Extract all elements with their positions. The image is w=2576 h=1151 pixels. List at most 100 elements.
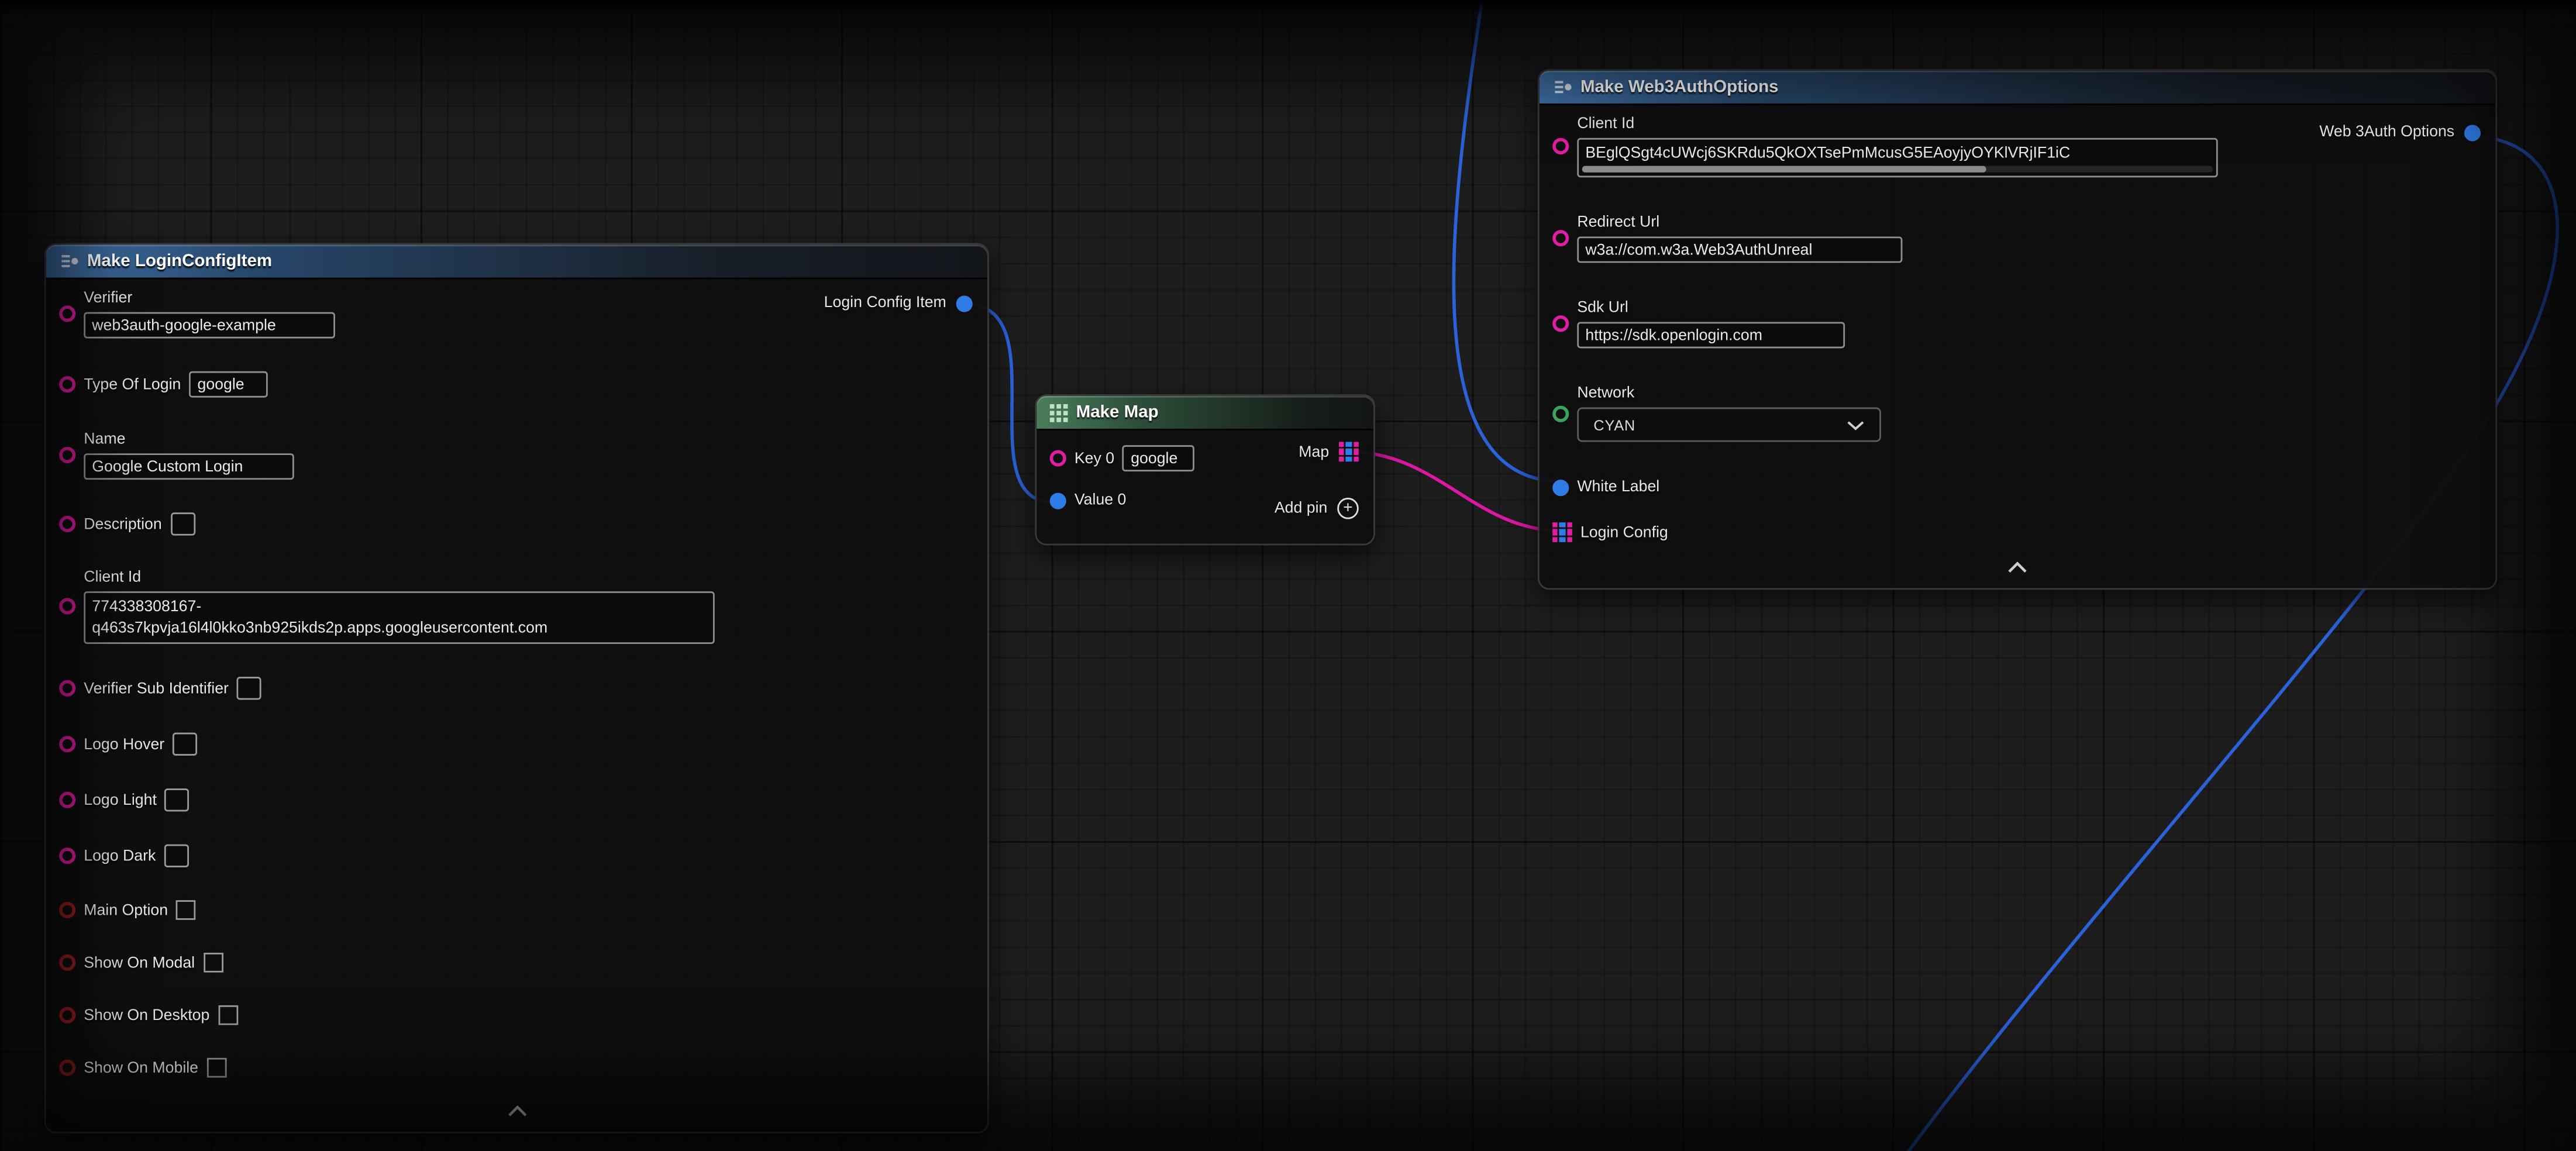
pin-label: Main Option bbox=[84, 901, 168, 919]
network-dropdown-value: CYAN bbox=[1593, 416, 1635, 433]
pin-label: Client Id bbox=[84, 568, 715, 587]
show-on-mobile-checkbox[interactable] bbox=[206, 1058, 226, 1078]
pin-row-logo-hover: Logo Hover bbox=[59, 733, 971, 756]
horizontal-scrollbar[interactable] bbox=[1582, 166, 2213, 173]
add-pin-plus-icon: + bbox=[1337, 498, 1359, 519]
node-title: Make Map bbox=[1076, 402, 1159, 422]
output-pin-label: Map bbox=[1299, 443, 1329, 461]
pin-row-description: Description bbox=[59, 512, 971, 535]
node-header[interactable]: Make LoginConfigItem bbox=[46, 244, 987, 279]
map-container-icon bbox=[1050, 404, 1068, 422]
pin-row-sdk-url: Sdk Url bbox=[1552, 299, 2479, 348]
bool-pin-show-on-mobile[interactable] bbox=[59, 1060, 75, 1076]
string-pin-logo-hover[interactable] bbox=[59, 736, 75, 752]
logo-dark-input[interactable] bbox=[164, 845, 188, 867]
pin-row-redirect-url: Redirect Url bbox=[1552, 213, 2479, 263]
logo-hover-input[interactable] bbox=[173, 733, 197, 756]
client-id-text: BEglQSgt4cUWcj6SKRdu5QkOXTsePmMcusG5EAoy… bbox=[1585, 144, 2209, 163]
struct-pin-value0[interactable] bbox=[1050, 492, 1066, 508]
node-header[interactable]: Make Web3AuthOptions bbox=[1540, 71, 2496, 105]
output-row-web3auth-options: Web 3Auth Options bbox=[2319, 123, 2481, 142]
wire-map-to-loginconfig[interactable] bbox=[1349, 452, 1561, 530]
sdk-url-input[interactable] bbox=[1577, 322, 1845, 348]
output-row-map: Map bbox=[1299, 442, 1358, 462]
chevron-down-icon bbox=[1847, 420, 1865, 430]
collapse-chevron-button[interactable] bbox=[2006, 552, 2029, 582]
show-on-modal-checkbox[interactable] bbox=[203, 953, 223, 973]
pin-row-network: Network CYAN bbox=[1552, 384, 2479, 442]
string-pin-verifier-sub-identifier[interactable] bbox=[59, 680, 75, 697]
make-struct-icon bbox=[1552, 77, 1572, 97]
main-option-checkbox[interactable] bbox=[176, 900, 196, 920]
string-pin-description[interactable] bbox=[59, 516, 75, 532]
pin-label: Client Id bbox=[1577, 115, 2217, 133]
pin-label: Key 0 bbox=[1075, 449, 1114, 467]
collapse-chevron-button[interactable] bbox=[505, 1095, 528, 1125]
enum-pin-network[interactable] bbox=[1552, 405, 1569, 421]
bool-pin-show-on-desktop[interactable] bbox=[59, 1007, 75, 1024]
pin-row-login-config: Login Config bbox=[1552, 522, 2479, 542]
node-make-web3authoptions[interactable]: Make Web3AuthOptions Client Id BEglQSgt4… bbox=[1538, 69, 2497, 590]
pin-label: Description bbox=[84, 515, 161, 533]
pin-row-show-on-desktop: Show On Desktop bbox=[59, 1005, 971, 1025]
show-on-desktop-checkbox[interactable] bbox=[218, 1005, 237, 1025]
add-pin-button[interactable]: Add pin + bbox=[1275, 498, 1359, 519]
string-pin-client-id[interactable] bbox=[1552, 138, 1569, 154]
bool-pin-main-option[interactable] bbox=[59, 902, 75, 918]
add-pin-label: Add pin bbox=[1275, 499, 1328, 518]
node-make-loginconfigitem[interactable]: Make LoginConfigItem Verifier Type Of Lo… bbox=[44, 243, 989, 1133]
string-pin-logo-light[interactable] bbox=[59, 792, 75, 808]
output-pin-label: Login Config Item bbox=[824, 294, 946, 312]
pin-row-verifier-sub-identifier: Verifier Sub Identifier bbox=[59, 677, 971, 699]
string-pin-client-id[interactable] bbox=[59, 598, 75, 614]
pin-row-logo-light: Logo Light bbox=[59, 788, 971, 811]
map-pin-login-config[interactable] bbox=[1552, 522, 1572, 542]
make-struct-icon bbox=[59, 251, 79, 271]
redirect-url-input[interactable] bbox=[1577, 236, 1902, 263]
string-pin-key0[interactable] bbox=[1050, 450, 1066, 467]
string-pin-logo-dark[interactable] bbox=[59, 847, 75, 864]
pin-label: Name bbox=[84, 430, 294, 449]
type-of-login-input[interactable] bbox=[189, 371, 268, 398]
struct-pin-web3auth-options-output[interactable] bbox=[2464, 124, 2481, 140]
network-dropdown[interactable]: CYAN bbox=[1577, 408, 1881, 442]
pin-label: Logo Dark bbox=[84, 847, 156, 865]
chevron-up-icon bbox=[2006, 562, 2029, 574]
string-pin-sdk-url[interactable] bbox=[1552, 315, 1569, 332]
node-title: Make Web3AuthOptions bbox=[1580, 77, 1779, 97]
struct-pin-white-label[interactable] bbox=[1552, 479, 1569, 495]
string-pin-verifier[interactable] bbox=[59, 305, 75, 322]
pin-row-show-on-mobile: Show On Mobile bbox=[59, 1058, 971, 1078]
name-input[interactable] bbox=[84, 453, 294, 480]
verifier-input[interactable] bbox=[84, 312, 335, 339]
bool-pin-show-on-modal[interactable] bbox=[59, 954, 75, 971]
client-id-input[interactable]: 774338308167- q463s7kpvja16l4l0kko3nb925… bbox=[84, 591, 715, 644]
pin-label: Network bbox=[1577, 384, 1881, 402]
pin-label: Logo Light bbox=[84, 791, 157, 809]
pin-label: Logo Hover bbox=[84, 735, 164, 753]
node-title: Make LoginConfigItem bbox=[87, 251, 272, 271]
string-pin-redirect-url[interactable] bbox=[1552, 230, 1569, 246]
pin-label: Verifier Sub Identifier bbox=[84, 679, 229, 697]
node-make-map[interactable]: Make Map Key 0 Value 0 Map Add pin + bbox=[1035, 394, 1375, 545]
description-input[interactable] bbox=[170, 512, 195, 535]
pin-label: Login Config bbox=[1580, 523, 1668, 542]
pin-row-name: Name bbox=[59, 430, 971, 480]
struct-pin-login-config-item-output[interactable] bbox=[956, 295, 973, 311]
blueprint-canvas[interactable]: Make LoginConfigItem Verifier Type Of Lo… bbox=[0, 0, 2576, 1151]
node-header[interactable]: Make Map bbox=[1036, 396, 1373, 430]
string-pin-name[interactable] bbox=[59, 447, 75, 463]
output-row-login-config-item: Login Config Item bbox=[824, 294, 973, 312]
pin-label: Show On Desktop bbox=[84, 1006, 209, 1024]
key0-input[interactable] bbox=[1122, 445, 1195, 471]
logo-light-input[interactable] bbox=[165, 788, 190, 811]
pin-row-logo-dark: Logo Dark bbox=[59, 845, 971, 867]
map-pin-output[interactable] bbox=[1339, 442, 1359, 462]
string-pin-type-of-login[interactable] bbox=[59, 376, 75, 392]
output-pin-label: Web 3Auth Options bbox=[2319, 123, 2454, 142]
scrollbar-thumb[interactable] bbox=[1582, 166, 1986, 173]
pin-label: Sdk Url bbox=[1577, 299, 1845, 317]
verifier-sub-identifier-input[interactable] bbox=[237, 677, 261, 699]
blueprint-editor: Make LoginConfigItem Verifier Type Of Lo… bbox=[0, 0, 2576, 1151]
client-id-input[interactable]: BEglQSgt4cUWcj6SKRdu5QkOXTsePmMcusG5EAoy… bbox=[1577, 138, 2217, 177]
